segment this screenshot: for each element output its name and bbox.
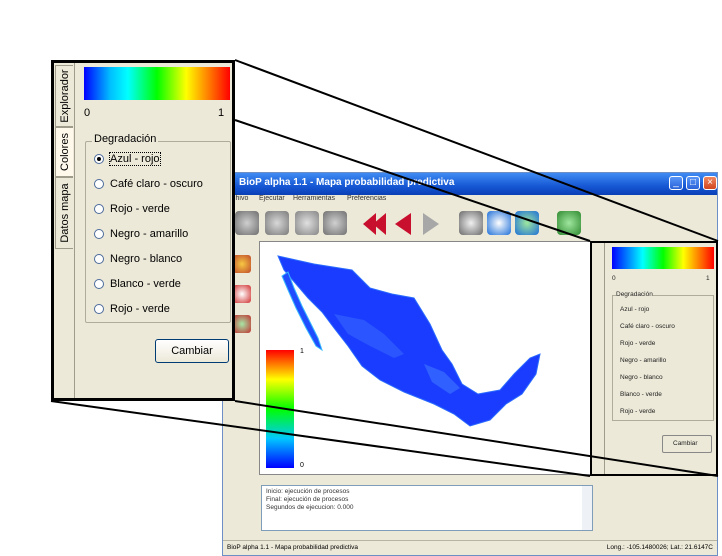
log-output[interactable]: Inicio: ejecución de procesos Final: eje… xyxy=(261,485,593,531)
tab-explorador-label: Explorador xyxy=(58,69,71,123)
color-gradient-bar xyxy=(84,67,230,100)
layer-tool-icon[interactable] xyxy=(233,255,251,273)
minimize-button[interactable]: _ xyxy=(669,176,683,190)
status-text: BioP alpha 1.1 - Mapa probabilidad predi… xyxy=(227,544,359,551)
title-bar: BioP alpha 1.1 - Mapa probabilidad predi… xyxy=(223,173,717,195)
tab-explorador[interactable]: Explorador xyxy=(55,65,73,127)
chart-tool-icon[interactable] xyxy=(233,315,251,333)
map-legend-min: 0 xyxy=(300,462,304,469)
small-option[interactable]: Negro - amarillo xyxy=(620,357,666,364)
side-toolbar xyxy=(233,255,255,345)
option-negro-blanco[interactable]: Negro - blanco xyxy=(94,251,182,267)
maximize-button[interactable]: □ xyxy=(686,176,700,190)
map-legend-bar xyxy=(266,350,294,468)
layers-icon[interactable] xyxy=(515,211,539,235)
small-tab-strip xyxy=(592,243,605,474)
option-label: Rojo - verde xyxy=(110,203,170,215)
option-rojo-verde-2[interactable]: Rojo - verde xyxy=(94,301,170,317)
small-gradient xyxy=(612,247,714,269)
table-tool-icon[interactable] xyxy=(233,285,251,303)
tab-colores[interactable]: Colores xyxy=(55,127,73,177)
gradient-min-label: 0 xyxy=(84,107,91,119)
small-gradient-max: 1 xyxy=(706,275,710,282)
option-azul-rojo[interactable]: Azul - rojo xyxy=(94,151,161,167)
window-title: BioP alpha 1.1 - Mapa probabilidad predi… xyxy=(239,177,455,188)
small-group-title: Degradación xyxy=(616,291,653,298)
radio-icon[interactable] xyxy=(94,204,104,214)
option-label: Rojo - verde xyxy=(110,303,170,315)
option-rojo-verde[interactable]: Rojo - verde xyxy=(94,201,170,217)
menu-preferencias[interactable]: Preferencias xyxy=(347,195,386,202)
globe-icon[interactable] xyxy=(487,211,511,235)
close-button[interactable]: × xyxy=(703,176,717,190)
option-cafe-claro-oscuro[interactable]: Café claro - oscuro xyxy=(94,176,203,192)
tab-datos-mapa[interactable]: Datos mapa xyxy=(55,177,73,249)
small-option[interactable]: Rojo - verde xyxy=(620,340,655,347)
option-label: Negro - blanco xyxy=(110,253,183,265)
open-icon[interactable] xyxy=(235,211,259,235)
option-label: Azul - rojo xyxy=(109,152,161,166)
radio-icon[interactable] xyxy=(94,279,104,289)
colors-panel-zoomed: Explorador Colores Datos mapa 0 1 Degrad… xyxy=(51,60,235,401)
vertical-tab-strip: Explorador Colores Datos mapa xyxy=(54,63,75,398)
forward-icon[interactable] xyxy=(423,213,439,235)
gradient-max-label: 1 xyxy=(218,107,225,119)
small-gradient-min: 0 xyxy=(612,275,616,282)
small-option[interactable]: Blanco - verde xyxy=(620,391,662,398)
menu-ejecutar[interactable]: Ejecutar xyxy=(259,195,285,202)
zoom-icon[interactable] xyxy=(459,211,483,235)
colors-panel-small: 0 1 Degradación Azul - rojo Café claro -… xyxy=(590,241,718,476)
small-option[interactable]: Café claro - oscuro xyxy=(620,323,675,330)
mexico-map xyxy=(277,255,541,427)
print-icon[interactable] xyxy=(295,211,319,235)
export-icon[interactable] xyxy=(323,211,347,235)
log-scrollbar[interactable] xyxy=(582,486,592,530)
option-label: Negro - amarillo xyxy=(110,228,189,240)
network-icon[interactable] xyxy=(557,211,581,235)
option-label: Café claro - oscuro xyxy=(110,178,203,190)
log-line: Inicio: ejecución de procesos xyxy=(266,488,350,495)
radio-icon[interactable] xyxy=(94,254,104,264)
degradacion-title: Degradación xyxy=(92,133,159,145)
radio-icon[interactable] xyxy=(94,179,104,189)
option-label: Blanco - verde xyxy=(110,278,181,290)
radio-icon[interactable] xyxy=(94,229,104,239)
save-icon[interactable] xyxy=(265,211,289,235)
log-line: Segundos de ejecucion: 0.000 xyxy=(266,504,354,511)
small-option[interactable]: Negro - blanco xyxy=(620,374,663,381)
cambiar-button[interactable]: Cambiar xyxy=(155,339,229,363)
radio-icon[interactable] xyxy=(94,304,104,314)
rewind-icon-b xyxy=(373,213,386,235)
option-negro-amarillo[interactable]: Negro - amarillo xyxy=(94,226,188,242)
coordinates-readout: Long.: -105.1480026; Lat.: 21.6147C xyxy=(606,544,713,551)
tab-datos-mapa-label: Datos mapa xyxy=(58,183,71,243)
small-option[interactable]: Azul - rojo xyxy=(620,306,649,313)
tab-colores-label: Colores xyxy=(58,133,71,171)
map-legend-max: 1 xyxy=(300,348,304,355)
log-line: Final: ejecución de procesos xyxy=(266,496,349,503)
menu-herramientas[interactable]: Herramientas xyxy=(293,195,335,202)
small-cambiar-button[interactable]: Cambiar xyxy=(662,435,712,453)
toolbar xyxy=(223,209,717,239)
menu-bar: Archivo Ejecutar Herramientas Preferenci… xyxy=(223,195,717,209)
status-bar: BioP alpha 1.1 - Mapa probabilidad predi… xyxy=(223,540,717,555)
option-blanco-verde[interactable]: Blanco - verde xyxy=(94,276,181,292)
small-option[interactable]: Rojo - verde xyxy=(620,408,655,415)
map-view[interactable]: 1 0 xyxy=(259,241,591,475)
small-cambiar-label: Cambiar xyxy=(673,440,698,447)
back-icon[interactable] xyxy=(395,213,411,235)
radio-selected-icon[interactable] xyxy=(94,154,104,164)
